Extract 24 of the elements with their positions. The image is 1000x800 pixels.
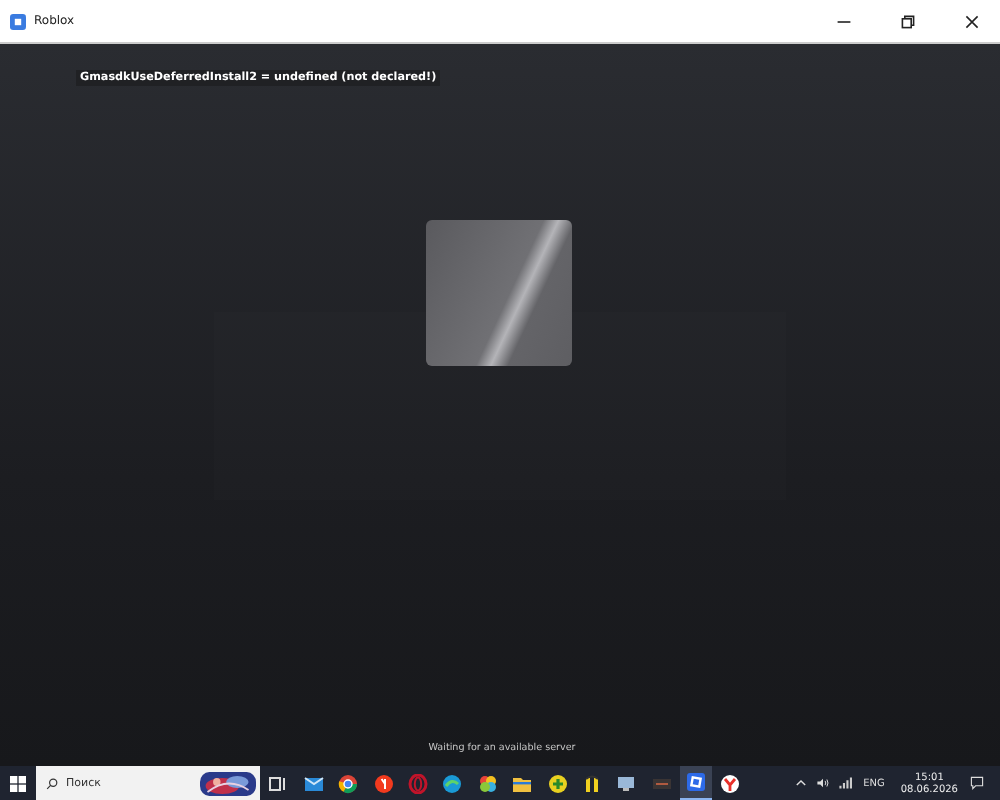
notification-icon[interactable] xyxy=(970,776,984,790)
taskbar-button[interactable] xyxy=(680,766,713,800)
task-view-icon xyxy=(268,773,289,793)
flower-icon xyxy=(477,773,498,793)
circle-logo-icon xyxy=(338,773,359,793)
plus-circle-icon xyxy=(547,773,568,793)
round-logo-icon xyxy=(720,773,741,793)
ring-logo-icon xyxy=(407,773,428,793)
letter-logo-icon xyxy=(373,773,394,793)
search-icon xyxy=(46,777,58,789)
speaker-icon[interactable] xyxy=(815,776,830,790)
dark-window-icon xyxy=(651,773,672,793)
bars-icon xyxy=(581,773,602,793)
close-icon[interactable] xyxy=(964,13,980,29)
wave-logo-icon xyxy=(442,773,463,793)
computer-icon xyxy=(616,773,637,793)
square-logo-icon xyxy=(686,772,707,792)
restore-icon[interactable] xyxy=(900,13,916,29)
app-icon xyxy=(10,13,26,29)
caret-up-icon[interactable] xyxy=(793,776,808,790)
windows-start-icon[interactable] xyxy=(10,775,26,791)
signal-icon[interactable] xyxy=(837,776,852,790)
folder-icon xyxy=(512,773,533,793)
envelope-icon xyxy=(303,773,324,793)
